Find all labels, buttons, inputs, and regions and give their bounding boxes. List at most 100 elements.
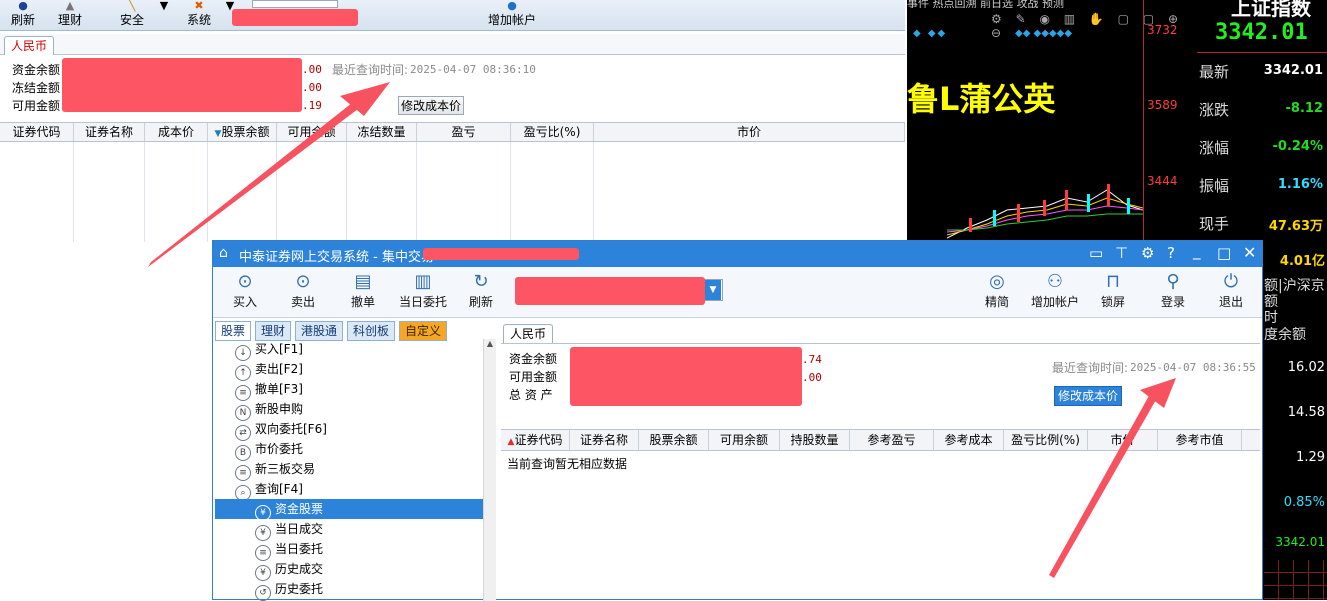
col-profit-loss-ratio[interactable]: 盈亏比(%): [511, 123, 594, 141]
tree-item-today-orders[interactable]: ≡ 当日委托: [255, 539, 323, 561]
tree-item-ipo[interactable]: N 新股申购: [235, 399, 303, 421]
tab-star-market[interactable]: 科创板: [347, 321, 396, 341]
simple-icon: ◎: [989, 271, 1005, 292]
category-tabs: 股票 理财 港股通 科创板 自定义: [215, 321, 497, 341]
grid-line: [276, 142, 277, 242]
col-available-balance[interactable]: 可用余额: [709, 430, 780, 450]
strip-value-2: 14.58: [1287, 405, 1325, 420]
strip-value-1: 16.02: [1287, 360, 1325, 375]
home-icon[interactable]: ⌂: [219, 245, 228, 261]
today-orders-button[interactable]: ▥ 当日委托: [395, 271, 451, 315]
divider: [1197, 52, 1327, 53]
tab-hk-connect[interactable]: 港股通: [295, 321, 344, 341]
tree-item-funds-stocks[interactable]: ¥ 资金股票: [215, 499, 483, 521]
sell-button[interactable]: ⊙ 卖出: [285, 271, 321, 315]
tree-item-neeq[interactable]: ≡ 新三板交易: [235, 459, 315, 481]
col-security-name[interactable]: 证券名称: [74, 123, 145, 141]
tree-item-query[interactable]: ⌕ 查询[F4]: [235, 479, 303, 501]
candlestick-plot: [947, 184, 1143, 239]
tab-stock[interactable]: 股票: [215, 321, 252, 341]
cancel-order-button[interactable]: ▤ 撤单: [345, 271, 381, 315]
col-frozen-quantity[interactable]: 冻结数量: [347, 123, 417, 141]
back-security-button[interactable]: ╲ 安全: [114, 0, 150, 30]
tab-custom[interactable]: 自定义: [399, 321, 448, 341]
close-icon[interactable]: ✕: [1243, 243, 1256, 262]
col-ref-market-value[interactable]: 参考市值: [1158, 430, 1242, 450]
back-system-button[interactable]: ✖ 系统: [180, 0, 218, 30]
col-security-code[interactable]: ▲证券代码: [501, 430, 570, 450]
kline-chart-panel[interactable]: 事件 热点回溯 前日选 攻战 预测 ⚙ ✎ ◉ ▥ ✋ ▢ ▢ ⊕ ⊖ ◆ ◆◆…: [907, 0, 1197, 240]
tree-item-sell[interactable]: ↑ 卖出[F2]: [235, 359, 303, 381]
maximize-icon[interactable]: □: [1217, 244, 1231, 262]
strip-label-4: 度余额: [1264, 327, 1306, 343]
minimize-icon[interactable]: _: [1193, 242, 1201, 260]
login-button[interactable]: ⚲ 登录: [1155, 271, 1191, 315]
col-profit-loss[interactable]: 盈亏: [417, 123, 511, 141]
grid-line: [346, 142, 347, 242]
add-user-icon: ⚇: [1046, 271, 1064, 292]
front-currency-tabbar: 人民币: [501, 321, 1260, 344]
quote-value-change: -8.12: [1285, 101, 1323, 116]
strip-label-1: 额|沪深京: [1264, 278, 1325, 294]
security-dropdown-arrow[interactable]: ▼: [156, 0, 172, 30]
tab-rmb[interactable]: 人民币: [503, 324, 554, 343]
col-holding-quantity[interactable]: 持股数量: [780, 430, 850, 450]
finance-icon: ▲: [65, 0, 75, 12]
feedback-icon[interactable]: ▭: [1089, 244, 1103, 262]
redacted-account: [232, 9, 358, 26]
skin-icon[interactable]: ⊤: [1115, 244, 1128, 262]
scroll-up-icon[interactable]: ▲: [484, 339, 496, 348]
signal-markers: ◆ ◆◆: [913, 28, 948, 39]
col-stock-balance[interactable]: 股票余额: [639, 430, 709, 450]
cancel-order-icon: ▤: [354, 271, 372, 292]
col-available-balance[interactable]: 可用余额: [277, 123, 347, 141]
modify-cost-button[interactable]: 修改成本价: [398, 96, 464, 115]
back-finance-button[interactable]: ▲ 理财: [52, 0, 88, 30]
back-add-account-button[interactable]: ● 增加帐户: [482, 0, 542, 30]
tab-finance[interactable]: 理财: [255, 321, 292, 341]
strip-value-3: 1.29: [1296, 450, 1325, 465]
title-bar[interactable]: ⌂ 中泰证券网上交易系统 - 集中交易 ▭ ⊤ ⚙ ? _ □ ✕: [213, 241, 1262, 267]
col-ref-profit-loss[interactable]: 参考盈亏: [850, 430, 934, 450]
grid-line: [73, 142, 74, 242]
lock-screen-button[interactable]: ⊓ 锁屏: [1095, 271, 1131, 315]
tree-item-two-way-order[interactable]: ⇄ 双向委托[F6]: [235, 419, 327, 441]
add-user-icon: ●: [507, 0, 517, 12]
refresh-button[interactable]: ↻ 刷新: [463, 271, 499, 315]
col-stock-balance[interactable]: ▼股票余额: [208, 123, 277, 141]
chart-tabs[interactable]: 事件 热点回溯 前日选 攻战 预测: [907, 0, 1147, 8]
fund-balance-value: .74: [802, 353, 822, 366]
tree-item-today-trades[interactable]: ¥ 当日成交: [255, 519, 323, 541]
back-refresh-button[interactable]: ● 刷新: [6, 0, 40, 30]
function-tree: ↓ 买入[F1] ↑ 卖出[F2] ≡ 撤单[F3] N 新股申购 ⇄ 双向委托[F6] …: [215, 339, 484, 601]
price-axis-line: [1143, 0, 1144, 240]
tab-rmb[interactable]: 人民币: [4, 36, 55, 55]
tree-item-history-orders[interactable]: ↺ 历史委托: [255, 579, 323, 601]
quote-grid: [1264, 560, 1327, 600]
col-ref-cost[interactable]: 参考成本: [934, 430, 1004, 450]
exit-button[interactable]: ⏻ 退出: [1213, 271, 1249, 315]
col-cost-price[interactable]: 成本价: [145, 123, 208, 141]
modify-cost-button[interactable]: 修改成本价: [1054, 386, 1122, 406]
col-security-code[interactable]: 证券代码: [0, 123, 74, 141]
tree-scrollbar[interactable]: ▲: [483, 339, 496, 601]
col-profit-loss-pct[interactable]: 盈亏比例(%): [1004, 430, 1088, 450]
gear-icon[interactable]: ⚙: [1141, 244, 1154, 262]
chevron-down-icon[interactable]: ▼: [705, 280, 721, 300]
back-account-select[interactable]: [252, 0, 338, 8]
col-security-name[interactable]: 证券名称: [570, 430, 639, 450]
help-icon[interactable]: ?: [1167, 244, 1175, 262]
back-toolbar: ● 刷新 ▲ 理财 ╲ 安全 ▼ ✖ 系统 ▼ ● 增加帐户: [0, 0, 905, 31]
tree-item-history-trades[interactable]: ¥ 历史成交: [255, 559, 323, 581]
simple-mode-button[interactable]: ◎ 精简: [979, 271, 1015, 315]
tree-item-buy[interactable]: ↓ 买入[F1]: [235, 339, 303, 361]
add-account-button[interactable]: ⚇ 增加帐户: [1027, 271, 1083, 315]
label-available-amount: 可用金额: [509, 370, 558, 384]
power-icon: ⏻: [1223, 271, 1239, 292]
buy-button[interactable]: ⊙ 买入: [227, 271, 263, 315]
tree-item-cancel[interactable]: ≡ 撤单[F3]: [235, 379, 303, 401]
col-market-price[interactable]: 市价: [594, 123, 905, 141]
available-amount-value: .19: [302, 99, 322, 112]
tree-item-market-order[interactable]: B 市价委托: [235, 439, 303, 461]
col-market-price[interactable]: 市价: [1088, 430, 1158, 450]
